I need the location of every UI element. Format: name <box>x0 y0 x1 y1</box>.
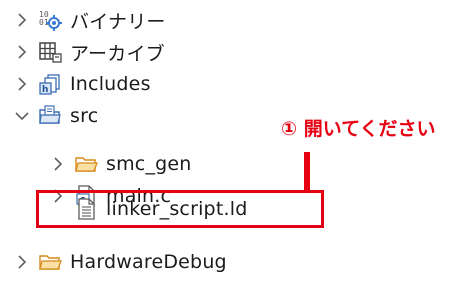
tree-item-label: バイナリー <box>70 10 166 33</box>
folder-icon <box>38 250 62 274</box>
tree-item-smc-gen[interactable]: smc_gen <box>50 148 192 180</box>
chevron-right-icon[interactable] <box>14 12 30 28</box>
source-folder-icon <box>38 104 62 128</box>
tree-item-archives[interactable]: アーカイブ <box>14 36 165 68</box>
archive-icon <box>38 40 62 64</box>
chevron-right-icon[interactable] <box>50 156 66 172</box>
tree-item-label: アーカイブ <box>70 42 165 65</box>
binaries-icon: 10 01 <box>38 8 62 32</box>
highlight-box <box>36 190 324 228</box>
annotation-callout: ① 開いてください <box>281 118 436 140</box>
chevron-down-icon[interactable] <box>14 108 30 124</box>
folder-icon <box>74 152 98 176</box>
tree-item-src[interactable]: src <box>14 100 98 132</box>
chevron-right-icon[interactable] <box>14 44 30 60</box>
tree-item-hardware-debug[interactable]: HardwareDebug <box>14 246 227 278</box>
includes-icon: h <box>38 72 62 96</box>
callout-connector <box>304 152 310 193</box>
tree-item-label: smc_gen <box>106 153 192 175</box>
tree-item-binaries[interactable]: 10 01 バイナリー <box>14 4 166 36</box>
tree-item-includes[interactable]: h Includes <box>14 68 151 100</box>
chevron-right-icon[interactable] <box>14 76 30 92</box>
tree-item-label: Includes <box>70 73 151 95</box>
svg-text:h: h <box>42 85 48 95</box>
tree-item-label: src <box>70 105 99 127</box>
chevron-right-icon[interactable] <box>14 254 30 270</box>
tree-item-label: HardwareDebug <box>70 251 227 273</box>
